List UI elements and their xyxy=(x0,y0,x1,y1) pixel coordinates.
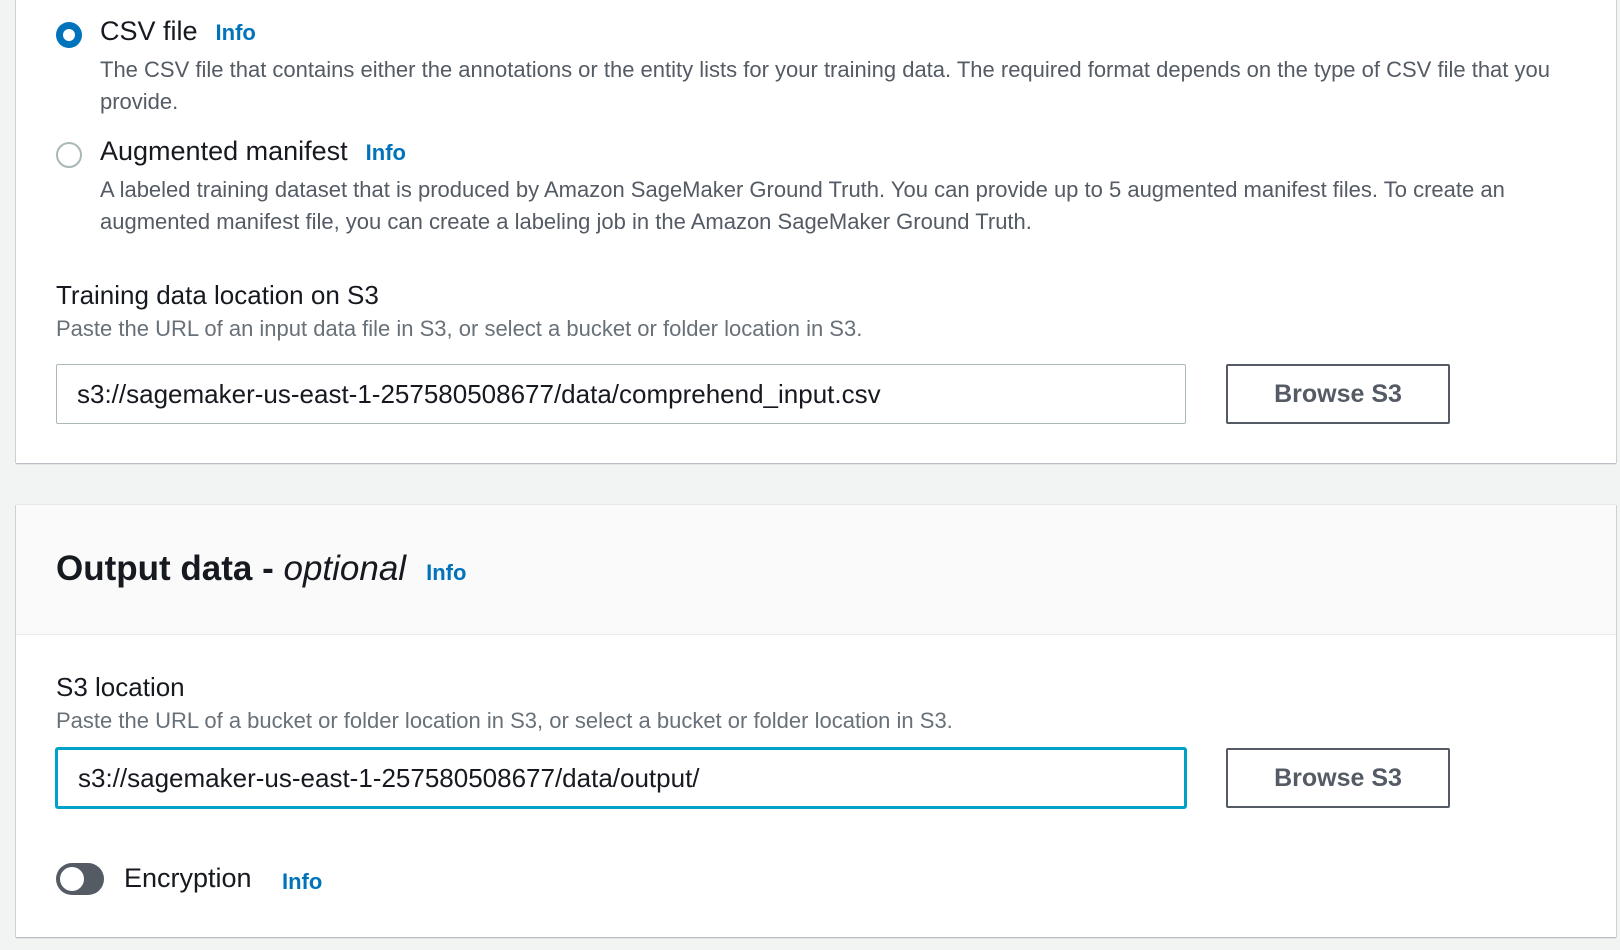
augmented-manifest-label[interactable]: Augmented manifest xyxy=(100,136,348,166)
training-location-input[interactable] xyxy=(56,364,1186,424)
s3-location-label: S3 location xyxy=(56,672,185,702)
augmented-manifest-info-link[interactable]: Info xyxy=(366,140,406,165)
training-browse-s3-button[interactable]: Browse S3 xyxy=(1226,364,1450,424)
output-data-title-optional: optional xyxy=(283,549,407,588)
csv-file-label[interactable]: CSV file xyxy=(100,16,198,46)
augmented-manifest-radio[interactable] xyxy=(56,142,82,168)
augmented-manifest-description: A labeled training dataset that is produ… xyxy=(100,177,1505,234)
output-data-panel: Output data - optional Info S3 location P… xyxy=(16,505,1616,937)
s3-location-input[interactable] xyxy=(56,748,1186,808)
output-browse-s3-button[interactable]: Browse S3 xyxy=(1226,748,1450,808)
csv-file-info-link[interactable]: Info xyxy=(216,20,256,45)
output-data-info-link[interactable]: Info xyxy=(426,560,466,585)
encryption-toggle[interactable] xyxy=(56,863,104,895)
csv-file-radio[interactable] xyxy=(56,22,82,48)
augmented-manifest-option: Augmented manifest Info xyxy=(100,136,406,167)
output-data-header: Output data - optional Info xyxy=(16,505,1616,635)
input-data-panel: CSV file Info The CSV file that contains … xyxy=(16,0,1616,463)
s3-location-description: Paste the URL of a bucket or folder loca… xyxy=(56,708,953,733)
training-location-label: Training data location on S3 xyxy=(56,280,379,310)
training-location-description: Paste the URL of an input data file in S… xyxy=(56,316,863,341)
encryption-toggle-knob xyxy=(60,867,84,891)
output-data-title-main: Output data - xyxy=(56,549,274,588)
csv-file-description: The CSV file that contains either the an… xyxy=(100,57,1550,114)
encryption-info-link[interactable]: Info xyxy=(282,869,322,895)
output-data-title: Output data - optional Info xyxy=(56,549,466,589)
encryption-label: Encryption xyxy=(124,863,252,893)
csv-file-option: CSV file Info xyxy=(100,16,256,47)
